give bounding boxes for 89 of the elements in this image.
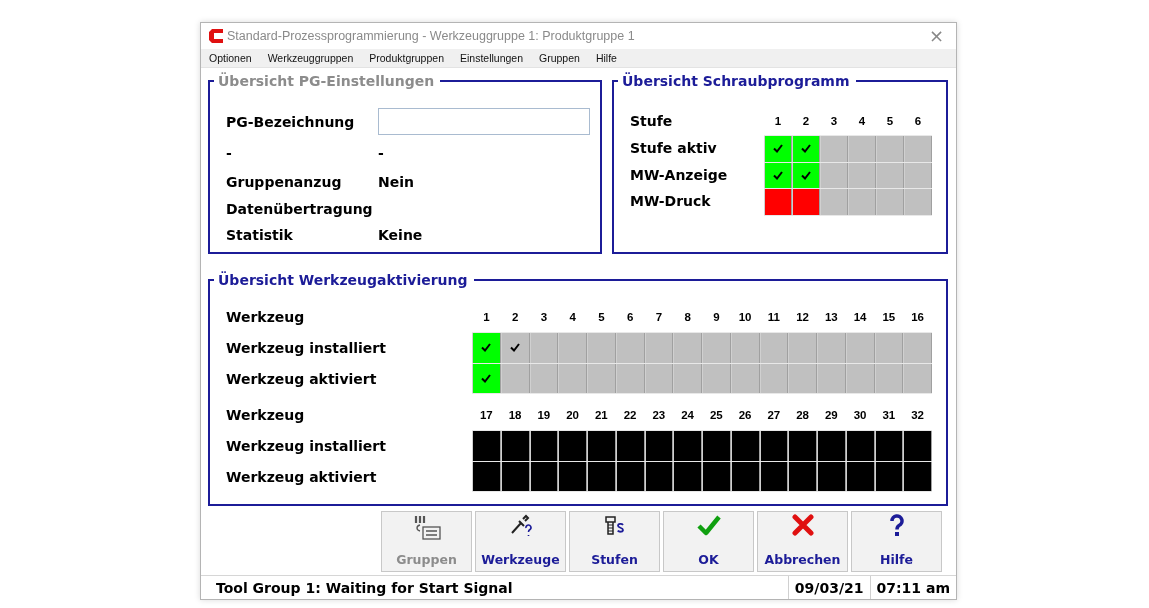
menu-item[interactable]: Hilfe <box>590 52 622 64</box>
menu-item[interactable]: Gruppen <box>534 52 585 64</box>
row-label: Werkzeug installiert <box>226 437 386 454</box>
group-title: Übersicht PG-Einstellungen <box>217 73 436 89</box>
close-button[interactable]: × <box>924 27 948 45</box>
column-number: 13 <box>823 311 839 323</box>
column-number: 2 <box>801 115 811 127</box>
status-time: 07:11 am <box>869 576 956 599</box>
check-icon <box>801 144 811 154</box>
field-value: - <box>378 145 384 161</box>
column-number: 14 <box>852 311 868 323</box>
column-number: 25 <box>708 409 724 421</box>
field-value: Nein <box>378 174 414 190</box>
toolbar-button[interactable]: Hilfe <box>851 511 942 572</box>
column-number: 7 <box>654 311 664 323</box>
column-number: 23 <box>651 409 667 421</box>
column-number: 2 <box>510 311 520 323</box>
column-number: 24 <box>680 409 695 421</box>
group-title: Übersicht Schraubprogramm <box>621 73 851 89</box>
column-number: 1 <box>482 311 491 323</box>
column-number: 9 <box>712 311 721 323</box>
row-label: Werkzeug installiert <box>226 339 386 356</box>
column-number: 29 <box>823 409 839 421</box>
column-number: 20 <box>565 409 580 421</box>
column-number: 10 <box>737 311 753 323</box>
checkmark-icon <box>696 514 721 536</box>
check-icon <box>773 170 783 180</box>
group-title: Übersicht Werkzeugaktivierung <box>217 272 469 288</box>
row-label: Werkzeug aktiviert <box>226 370 377 387</box>
column-number: 30 <box>852 409 868 421</box>
column-number: 32 <box>910 409 925 421</box>
menu-item[interactable]: Werkzeuggruppen <box>262 52 359 64</box>
column-number: 16 <box>910 311 925 323</box>
row-label: Werkzeug <box>226 309 305 325</box>
column-number: 28 <box>795 409 810 421</box>
row-label: Werkzeug <box>226 407 305 423</box>
row-label: MW-Druck <box>630 193 711 210</box>
name-field[interactable] <box>378 108 590 135</box>
column-number: 18 <box>507 409 523 421</box>
toolbar-button[interactable]: Stufen <box>569 511 660 572</box>
column-number: 21 <box>593 409 609 421</box>
column-number: 1 <box>773 115 783 127</box>
toolbar-button[interactable]: Abbrechen <box>757 511 848 572</box>
column-number: 22 <box>622 409 638 421</box>
column-number: 3 <box>539 311 549 323</box>
check-icon <box>481 373 492 383</box>
field-label: Datenübertragung <box>226 201 373 217</box>
check-icon <box>510 343 521 353</box>
column-number: 3 <box>829 115 839 127</box>
field-label: PG-Bezeichnung <box>226 113 355 130</box>
screwdriver-icon <box>508 514 533 538</box>
column-number: 19 <box>536 409 552 421</box>
column-number: 6 <box>625 311 635 323</box>
column-number: 17 <box>478 409 494 421</box>
column-number: 5 <box>885 115 895 127</box>
row-label: Stufe <box>630 113 673 129</box>
check-icon <box>481 343 492 353</box>
status-message: Tool Group 1: Waiting for Start Signal <box>215 578 514 598</box>
column-number: 27 <box>766 409 782 421</box>
field-label: Gruppenanzug <box>226 174 342 190</box>
menu-item[interactable]: Einstellungen <box>455 52 529 64</box>
column-number: 4 <box>857 115 867 127</box>
column-number: 4 <box>568 311 577 323</box>
column-number: 26 <box>737 409 753 421</box>
toolbar-button[interactable]: Werkzeuge <box>475 511 566 572</box>
window-title: Standard-Prozessprogrammierung - Werkzeuggruppe 1: Produktgruppe 1 <box>227 29 636 43</box>
column-number: 11 <box>766 311 781 323</box>
toolbar-button[interactable]: OK <box>663 511 754 572</box>
logo-icon <box>208 28 224 44</box>
field-label: Statistik <box>226 227 293 243</box>
row-label: Stufe aktiv <box>630 140 717 157</box>
field-value: Keine <box>378 227 423 243</box>
column-number: 5 <box>597 311 606 323</box>
check-icon <box>773 144 783 154</box>
field-label: - <box>226 145 232 161</box>
menu-item[interactable]: Optionen <box>204 52 257 64</box>
column-number: 8 <box>683 311 692 323</box>
column-number: 31 <box>881 409 897 421</box>
row-label: MW-Anzeige <box>630 166 728 183</box>
question-mark-icon <box>888 514 905 538</box>
menu-item[interactable]: Produktgruppen <box>364 52 449 64</box>
screw-icon <box>602 514 627 538</box>
row-label: Werkzeug aktiviert <box>226 468 377 485</box>
column-number: 15 <box>881 311 897 323</box>
column-number: 6 <box>913 115 923 127</box>
check-icon <box>801 170 811 180</box>
cross-icon <box>791 514 814 536</box>
status-date: 09/03/21 <box>787 576 870 599</box>
column-number: 12 <box>795 311 810 323</box>
